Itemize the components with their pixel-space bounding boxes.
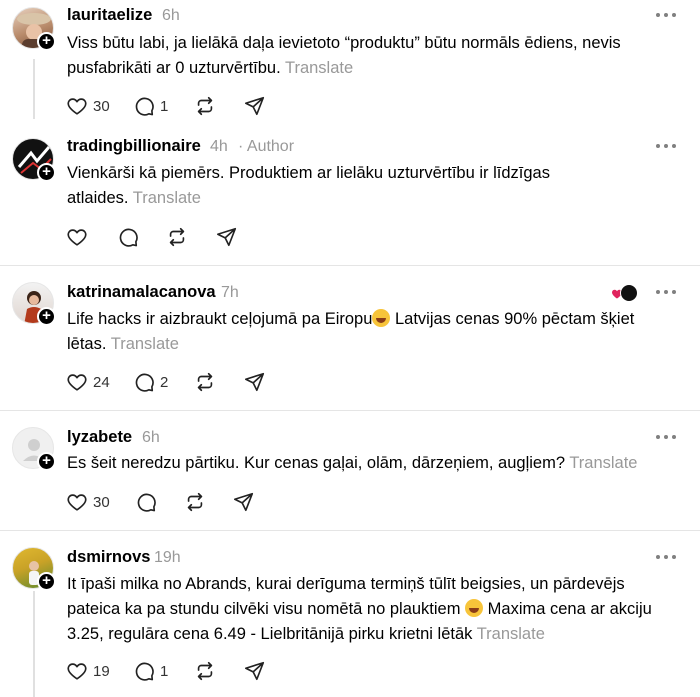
repost-button[interactable] bbox=[194, 659, 216, 683]
follow-plus-icon[interactable]: + bbox=[37, 32, 56, 51]
username[interactable]: lauritaelize bbox=[67, 6, 152, 25]
post-text: It īpaši milka no Abrands, kurai derīgum… bbox=[67, 572, 677, 647]
like-count: 30 bbox=[93, 97, 110, 115]
repost-icon bbox=[197, 661, 213, 681]
repost-button[interactable] bbox=[194, 94, 216, 118]
reply-count: 1 bbox=[160, 662, 169, 680]
post-text: Es šeit neredzu pārtiku. Kur cenas gaļai… bbox=[67, 451, 687, 476]
reply-button[interactable]: 1 bbox=[133, 659, 168, 683]
more-icon[interactable] bbox=[656, 429, 678, 445]
post-text: Life hacks ir aizbraukt ceļojumā pa Eiro… bbox=[67, 307, 657, 357]
thread-line bbox=[33, 59, 35, 119]
send-icon bbox=[245, 372, 265, 392]
post-actions: 19 1 bbox=[66, 659, 286, 683]
like-button[interactable]: 30 bbox=[66, 94, 110, 118]
avatar[interactable]: + bbox=[12, 427, 56, 471]
more-icon[interactable] bbox=[656, 549, 678, 565]
post-text-content: Life hacks ir aizbraukt ceļojumā pa Eiro… bbox=[67, 310, 373, 328]
repost-icon bbox=[169, 227, 185, 247]
comment-icon bbox=[135, 662, 154, 681]
heart-icon bbox=[67, 494, 87, 511]
translate-link[interactable]: Translate bbox=[285, 59, 353, 77]
divider bbox=[0, 410, 700, 411]
like-button[interactable]: 30 bbox=[66, 490, 110, 514]
post-time: 6h bbox=[162, 7, 180, 24]
reply-button[interactable] bbox=[117, 225, 139, 249]
heart-icon bbox=[67, 663, 87, 680]
translate-link[interactable]: Translate bbox=[477, 625, 545, 643]
post-actions: 30 bbox=[66, 490, 286, 514]
avatar[interactable]: + bbox=[12, 138, 56, 182]
more-icon[interactable] bbox=[656, 284, 678, 300]
like-count: 19 bbox=[93, 662, 110, 680]
share-button[interactable] bbox=[244, 659, 266, 683]
follow-plus-icon[interactable]: + bbox=[37, 307, 56, 326]
comment-icon bbox=[119, 228, 138, 247]
post-time: 7h bbox=[221, 284, 239, 301]
author-avatar-mini bbox=[620, 284, 638, 302]
post-time: 4h bbox=[210, 138, 228, 155]
reply-button[interactable] bbox=[135, 490, 157, 514]
more-icon[interactable] bbox=[656, 7, 678, 23]
comment-icon bbox=[135, 373, 154, 392]
repost-button[interactable] bbox=[194, 370, 216, 394]
like-button[interactable]: 24 bbox=[66, 370, 110, 394]
like-count: 30 bbox=[93, 493, 110, 511]
share-button[interactable] bbox=[244, 94, 266, 118]
post-actions bbox=[66, 225, 286, 249]
comment-icon bbox=[135, 97, 154, 116]
repost-icon bbox=[197, 372, 213, 392]
repost-icon bbox=[197, 96, 213, 116]
divider bbox=[0, 530, 700, 531]
post-actions: 24 2 bbox=[66, 370, 286, 394]
follow-plus-icon[interactable]: + bbox=[37, 452, 56, 471]
translate-link[interactable]: Translate bbox=[111, 335, 179, 353]
liked-by-author-badge bbox=[611, 283, 639, 303]
translate-link[interactable]: Translate bbox=[133, 189, 201, 207]
follow-plus-icon[interactable]: + bbox=[37, 163, 56, 182]
avatar[interactable]: + bbox=[12, 7, 56, 51]
send-icon bbox=[245, 96, 265, 116]
share-button[interactable] bbox=[233, 490, 255, 514]
post-actions: 30 1 bbox=[66, 94, 286, 118]
thread-line bbox=[33, 591, 35, 697]
comment-icon bbox=[137, 493, 156, 512]
post-text-content: Es šeit neredzu pārtiku. Kur cenas gaļai… bbox=[67, 454, 566, 472]
send-icon bbox=[245, 661, 265, 681]
heart-icon bbox=[67, 229, 87, 246]
post-time: 6h bbox=[142, 429, 160, 446]
avatar[interactable]: + bbox=[12, 547, 56, 591]
like-count: 24 bbox=[93, 373, 110, 391]
repost-icon bbox=[187, 492, 203, 512]
laughing-emoji-icon bbox=[372, 309, 391, 327]
avatar[interactable]: + bbox=[12, 282, 56, 326]
heart-icon bbox=[67, 98, 87, 115]
like-button[interactable]: 19 bbox=[66, 659, 110, 683]
like-button[interactable] bbox=[66, 225, 88, 249]
post-text: Vienkārši kā piemērs. Produktiem ar liel… bbox=[67, 161, 567, 211]
share-button[interactable] bbox=[244, 370, 266, 394]
reply-count: 1 bbox=[160, 97, 169, 115]
username[interactable]: dsmirnovs bbox=[67, 548, 150, 567]
reply-count: 2 bbox=[160, 373, 169, 391]
more-icon[interactable] bbox=[656, 138, 678, 154]
post-time: 19h bbox=[154, 549, 181, 566]
reply-button[interactable]: 2 bbox=[133, 370, 168, 394]
username[interactable]: lyzabete bbox=[67, 428, 132, 447]
laughing-emoji-icon bbox=[465, 599, 484, 617]
repost-button[interactable] bbox=[184, 490, 206, 514]
repost-button[interactable] bbox=[166, 225, 188, 249]
heart-icon bbox=[67, 374, 87, 391]
send-icon bbox=[234, 492, 254, 512]
translate-link[interactable]: Translate bbox=[569, 454, 637, 472]
username[interactable]: katrinamalacanova bbox=[67, 283, 216, 302]
share-button[interactable] bbox=[216, 225, 238, 249]
username[interactable]: tradingbillionaire bbox=[67, 137, 201, 156]
follow-plus-icon[interactable]: + bbox=[37, 572, 56, 591]
divider bbox=[0, 265, 700, 266]
send-icon bbox=[217, 227, 237, 247]
post-text: Viss būtu labi, ja lielākā daļa ievietot… bbox=[67, 31, 687, 81]
author-tag: · Author bbox=[238, 138, 295, 155]
reply-button[interactable]: 1 bbox=[133, 94, 168, 118]
